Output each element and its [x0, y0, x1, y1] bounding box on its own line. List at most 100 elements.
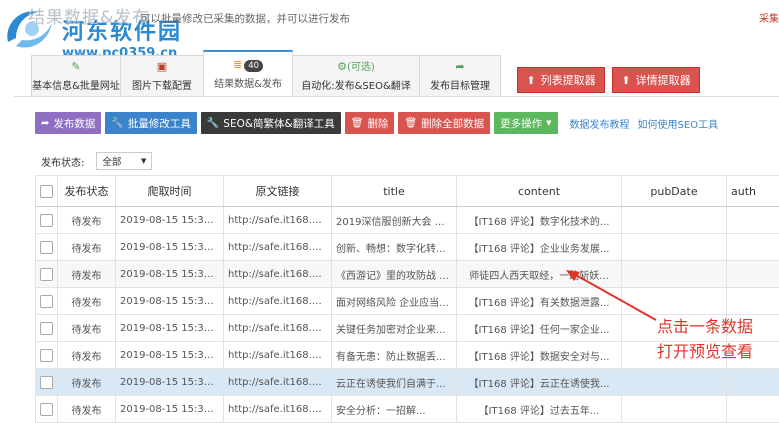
image-icon: ▣	[157, 60, 167, 74]
seo-tool-button[interactable]: 🔧SEO&简繁体&翻译工具	[201, 112, 341, 134]
author-cell	[727, 207, 779, 234]
status-select[interactable]: 全部 ▼	[96, 152, 152, 170]
publish-tutorial-link[interactable]: 数据发布教程	[570, 116, 630, 131]
chevron-down-icon: ▼	[546, 119, 551, 127]
delete-all-label: 删除全部数据	[421, 116, 484, 131]
row-checkbox[interactable]	[40, 241, 53, 254]
column-header[interactable]: title	[332, 176, 457, 207]
table-row[interactable]: 待发布2019-08-15 15:39:45http://safe.it168.…	[36, 369, 779, 396]
tab-label: 结果数据&发布	[214, 75, 282, 90]
table-row[interactable]: 待发布2019-08-15 15:39:59http://safe.it168.…	[36, 207, 779, 234]
more-actions-dropdown[interactable]: 更多操作 ▼	[494, 112, 557, 134]
author-cell	[727, 261, 779, 288]
toolbar: ➦发布数据 🔧批量修改工具 🔧SEO&简繁体&翻译工具 🗑删除 🗑删除全部数据 …	[35, 112, 718, 134]
batch-edit-label: 批量修改工具	[128, 116, 191, 131]
tab-image-download[interactable]: ▣ 图片下载配置	[120, 55, 204, 96]
detail-extractor-button[interactable]: ⬆详情提取器	[612, 67, 700, 93]
row-checkbox[interactable]	[40, 322, 53, 335]
list-extractor-button[interactable]: ⬆列表提取器	[517, 67, 605, 93]
source-url-cell: http://safe.it168.co...	[224, 207, 332, 234]
crawl-time-cell: 2019-08-15 15:39:48	[116, 342, 224, 369]
content-cell: 【IT168 评论】数据安全对与...	[457, 342, 622, 369]
table-row[interactable]: 待发布2019-08-15 15:39:52http://safe.it168.…	[36, 288, 779, 315]
column-header[interactable]: 爬取时间	[116, 176, 224, 207]
author-cell	[727, 234, 779, 261]
row-checkbox[interactable]	[40, 349, 53, 362]
select-all-cell	[36, 176, 58, 207]
row-select-cell	[36, 261, 58, 288]
status-cell: 待发布	[58, 207, 116, 234]
crawl-time-cell: 2019-08-15 15:39:57	[116, 234, 224, 261]
source-url-cell: http://safe.it168.co...	[224, 369, 332, 396]
publish-data-button[interactable]: ➦发布数据	[35, 112, 101, 134]
delete-label: 删除	[367, 116, 388, 131]
title-cell: 云正在诱使我们自满于...	[332, 369, 457, 396]
crawl-time-cell: 2019-08-15 15:39:43	[116, 396, 224, 423]
delete-all-button[interactable]: 🗑 删除全部数据	[398, 112, 490, 134]
divider	[14, 96, 779, 97]
pin-icon: ⬆	[526, 74, 535, 87]
row-select-cell	[36, 315, 58, 342]
row-checkbox[interactable]	[40, 214, 53, 227]
status-filter: 发布状态: 全部 ▼	[41, 152, 152, 170]
tab-results-publish[interactable]: ≣40 结果数据&发布	[203, 50, 293, 96]
crawl-time-cell: 2019-08-15 15:39:59	[116, 207, 224, 234]
share-icon: ➦	[455, 60, 464, 74]
tab-label: 基本信息&批量网址	[32, 77, 120, 92]
title-cell: 有备无患：防止数据丢...	[332, 342, 457, 369]
status-cell: 待发布	[58, 342, 116, 369]
content-cell: 【IT168 评论】企业业务发展...	[457, 234, 622, 261]
pubdate-cell	[622, 234, 727, 261]
source-url-cell: http://safe.it168.co...	[224, 261, 332, 288]
crawl-time-cell: 2019-08-15 15:39:52	[116, 288, 224, 315]
row-select-cell	[36, 207, 58, 234]
row-select-cell	[36, 396, 58, 423]
result-count-badge: 40	[244, 60, 263, 72]
table-header-row: 发布状态 爬取时间 原文链接 title content pubDate aut…	[36, 176, 779, 207]
row-select-cell	[36, 288, 58, 315]
gears-icon: ⚙	[337, 60, 347, 73]
source-url-cell: http://safe.it168.co...	[224, 288, 332, 315]
column-header[interactable]: content	[457, 176, 622, 207]
row-checkbox[interactable]	[40, 295, 53, 308]
table-row[interactable]: 待发布2019-08-15 15:39:55http://safe.it168.…	[36, 261, 779, 288]
title-cell: 面对网络风险 企业应当...	[332, 288, 457, 315]
column-header[interactable]: 发布状态	[58, 176, 116, 207]
column-header[interactable]: pubDate	[622, 176, 727, 207]
title-cell: 《西游记》里的攻防战 ...	[332, 261, 457, 288]
tab-publish-targets[interactable]: ➦ 发布目标管理	[419, 55, 501, 96]
row-select-cell	[36, 342, 58, 369]
annotation-line-1: 点击一条数据	[657, 314, 753, 339]
wrench-icon: 🔧	[207, 118, 219, 129]
batch-edit-button[interactable]: 🔧批量修改工具	[105, 112, 196, 134]
source-url-cell: http://safe.it168.co...	[224, 342, 332, 369]
annotation-line-2: 打开预览查看	[657, 339, 753, 364]
tab-automation[interactable]: ⚙(可选) 自动化:发布&SEO&翻译	[292, 55, 420, 96]
table-row[interactable]: 待发布2019-08-15 15:39:43http://safe.it168.…	[36, 396, 779, 423]
select-all-checkbox[interactable]	[40, 185, 53, 198]
more-actions-label: 更多操作	[500, 116, 542, 131]
header-right-link[interactable]: 采集	[759, 10, 779, 25]
tab-label: 自动化:发布&SEO&翻译	[301, 77, 411, 92]
status-filter-label: 发布状态:	[41, 154, 84, 169]
row-checkbox[interactable]	[40, 268, 53, 281]
column-header[interactable]: 原文链接	[224, 176, 332, 207]
title-cell: 创新、畅想：数字化转...	[332, 234, 457, 261]
column-header[interactable]: auth	[727, 176, 779, 207]
delete-button[interactable]: 🗑删除	[345, 112, 395, 134]
status-select-value: 全部	[102, 154, 121, 168]
title-cell: 关键任务加密对企业来...	[332, 315, 457, 342]
chevron-down-icon: ▼	[141, 157, 146, 165]
pubdate-cell	[622, 396, 727, 423]
trash-icon: 🗑	[404, 118, 417, 129]
pubdate-cell	[622, 207, 727, 234]
row-checkbox[interactable]	[40, 376, 53, 389]
row-checkbox[interactable]	[40, 403, 53, 416]
author-cell	[727, 369, 779, 396]
database-icon: ≣	[233, 58, 242, 71]
detail-extractor-label: 详情提取器	[636, 72, 691, 88]
tab-basic-info[interactable]: ✎ 基本信息&批量网址	[31, 55, 121, 96]
table-row[interactable]: 待发布2019-08-15 15:39:57http://safe.it168.…	[36, 234, 779, 261]
pubdate-cell	[622, 369, 727, 396]
seo-howto-link[interactable]: 如何使用SEO工具	[638, 116, 719, 131]
